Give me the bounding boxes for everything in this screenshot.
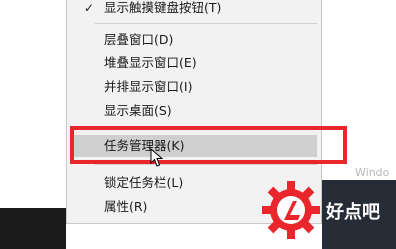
menu-item-label: 锁定任务栏(L) — [104, 175, 184, 190]
menu-item-show-desktop[interactable]: 显示桌面(S) — [67, 100, 323, 122]
taskbar-left — [0, 208, 66, 249]
site-logo-text: 好点吧 — [326, 202, 380, 223]
menu-separator — [95, 164, 317, 165]
menu-separator — [95, 23, 317, 24]
menu-item-label: 显示桌面(S) — [104, 103, 172, 118]
menu-item-label: 显示触摸键盘按钮(T) — [104, 0, 222, 15]
site-logo-gear-icon — [262, 181, 320, 239]
mouse-pointer-icon — [150, 148, 164, 167]
menu-item-label: 属性(R) — [104, 199, 148, 214]
menu-item-stack-windows[interactable]: 堆叠显示窗口(E) — [67, 52, 323, 74]
menu-item-cascade-windows[interactable]: 层叠窗口(D) — [67, 29, 323, 51]
menu-item-label: 并排显示窗口(I) — [104, 79, 193, 94]
menu-item-label: 堆叠显示窗口(E) — [104, 55, 197, 70]
annotation-highlight-box — [70, 126, 347, 164]
checkmark-icon: ✓ — [84, 1, 95, 15]
menu-item-show-touch-keyboard[interactable]: ✓ 显示触摸键盘按钮(T) — [67, 0, 323, 19]
windows-activation-watermark: Windo — [355, 166, 390, 179]
menu-item-side-by-side-windows[interactable]: 并排显示窗口(I) — [67, 76, 323, 98]
menu-item-label: 层叠窗口(D) — [104, 32, 174, 47]
